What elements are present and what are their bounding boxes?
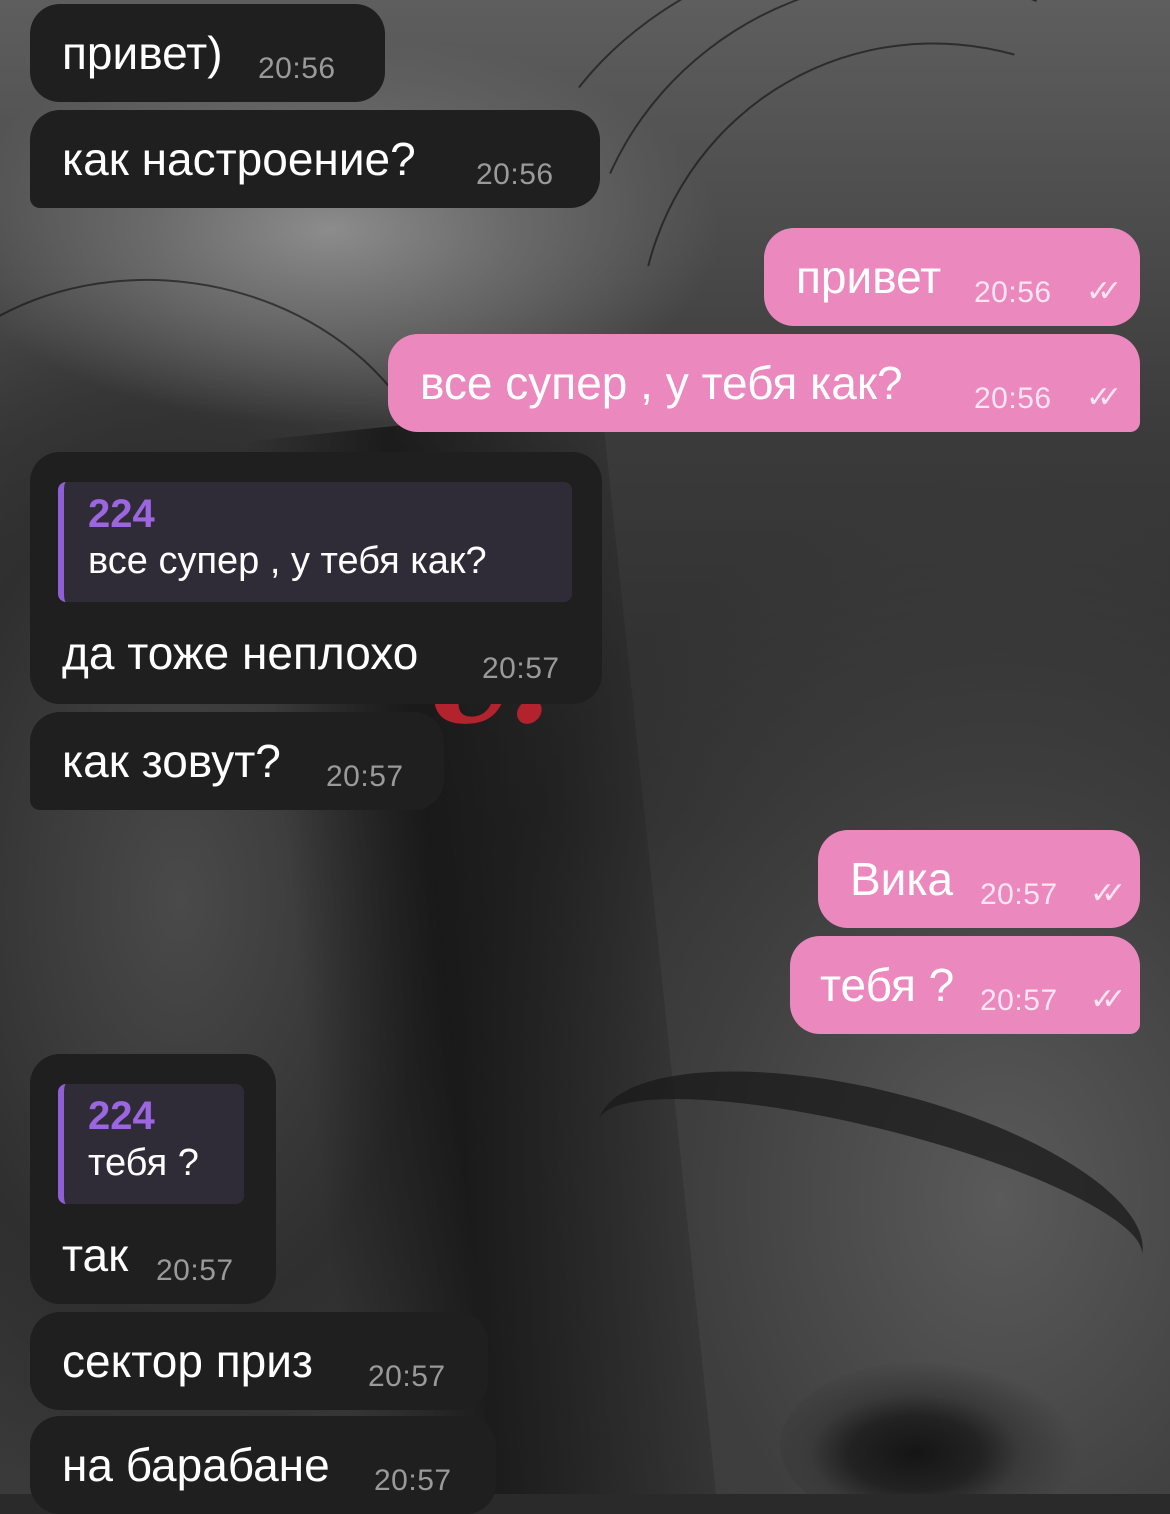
message-time: 20:56 <box>476 158 554 191</box>
reply-author: 224 <box>88 492 155 536</box>
message-outgoing[interactable]: Вика 20:57 ✓✓ <box>818 830 1140 928</box>
double-check-icon: ✓✓ <box>1090 877 1126 910</box>
message-text: так <box>62 1229 129 1281</box>
message-text: привет <box>796 251 942 303</box>
message-outgoing[interactable]: привет 20:56 ✓✓ <box>764 228 1140 326</box>
message-incoming-reply[interactable]: 224 тебя ? так 20:57 <box>30 1054 276 1304</box>
message-time: 20:57 <box>980 878 1058 911</box>
reply-quote[interactable]: 224 тебя ? <box>58 1084 244 1204</box>
message-outgoing[interactable]: тебя ? 20:57 ✓✓ <box>790 936 1140 1034</box>
message-incoming[interactable]: как настроение? 20:56 <box>30 110 600 208</box>
message-time: 20:57 <box>482 652 560 685</box>
message-text: да тоже неплохо <box>62 627 419 679</box>
reply-quote[interactable]: 224 все супер , у тебя как? <box>58 482 572 602</box>
message-text: сектор приз <box>62 1335 314 1387</box>
message-incoming[interactable]: сектор приз 20:57 <box>30 1312 488 1410</box>
wallpaper-eye <box>780 1360 1080 1494</box>
message-time: 20:57 <box>156 1254 234 1287</box>
message-text: Вика <box>850 853 954 905</box>
message-text: как настроение? <box>62 133 416 185</box>
reply-text: тебя ? <box>88 1142 199 1184</box>
message-time: 20:57 <box>374 1464 452 1497</box>
reply-text: все супер , у тебя как? <box>88 540 487 582</box>
message-time: 20:57 <box>368 1360 446 1393</box>
message-text: привет) <box>62 27 223 79</box>
reply-author: 224 <box>88 1094 155 1138</box>
message-time: 20:56 <box>974 382 1052 415</box>
message-incoming[interactable]: как зовут? 20:57 <box>30 712 444 810</box>
message-text: тебя ? <box>820 959 955 1011</box>
message-outgoing[interactable]: все супер , у тебя как? 20:56 ✓✓ <box>388 334 1140 432</box>
message-time: 20:57 <box>980 984 1058 1017</box>
message-incoming[interactable]: на барабане 20:57 <box>30 1416 496 1514</box>
message-time: 20:56 <box>258 52 336 85</box>
double-check-icon: ✓✓ <box>1090 983 1126 1016</box>
message-text: как зовут? <box>62 735 281 787</box>
message-time: 20:57 <box>326 760 404 793</box>
double-check-icon: ✓✓ <box>1086 381 1122 414</box>
message-text: на барабане <box>62 1439 330 1491</box>
message-incoming-reply[interactable]: 224 все супер , у тебя как? да тоже непл… <box>30 452 602 704</box>
message-text: все супер , у тебя как? <box>420 357 903 409</box>
message-time: 20:56 <box>974 276 1052 309</box>
message-incoming[interactable]: привет) 20:56 <box>30 4 385 102</box>
double-check-icon: ✓✓ <box>1086 275 1122 308</box>
